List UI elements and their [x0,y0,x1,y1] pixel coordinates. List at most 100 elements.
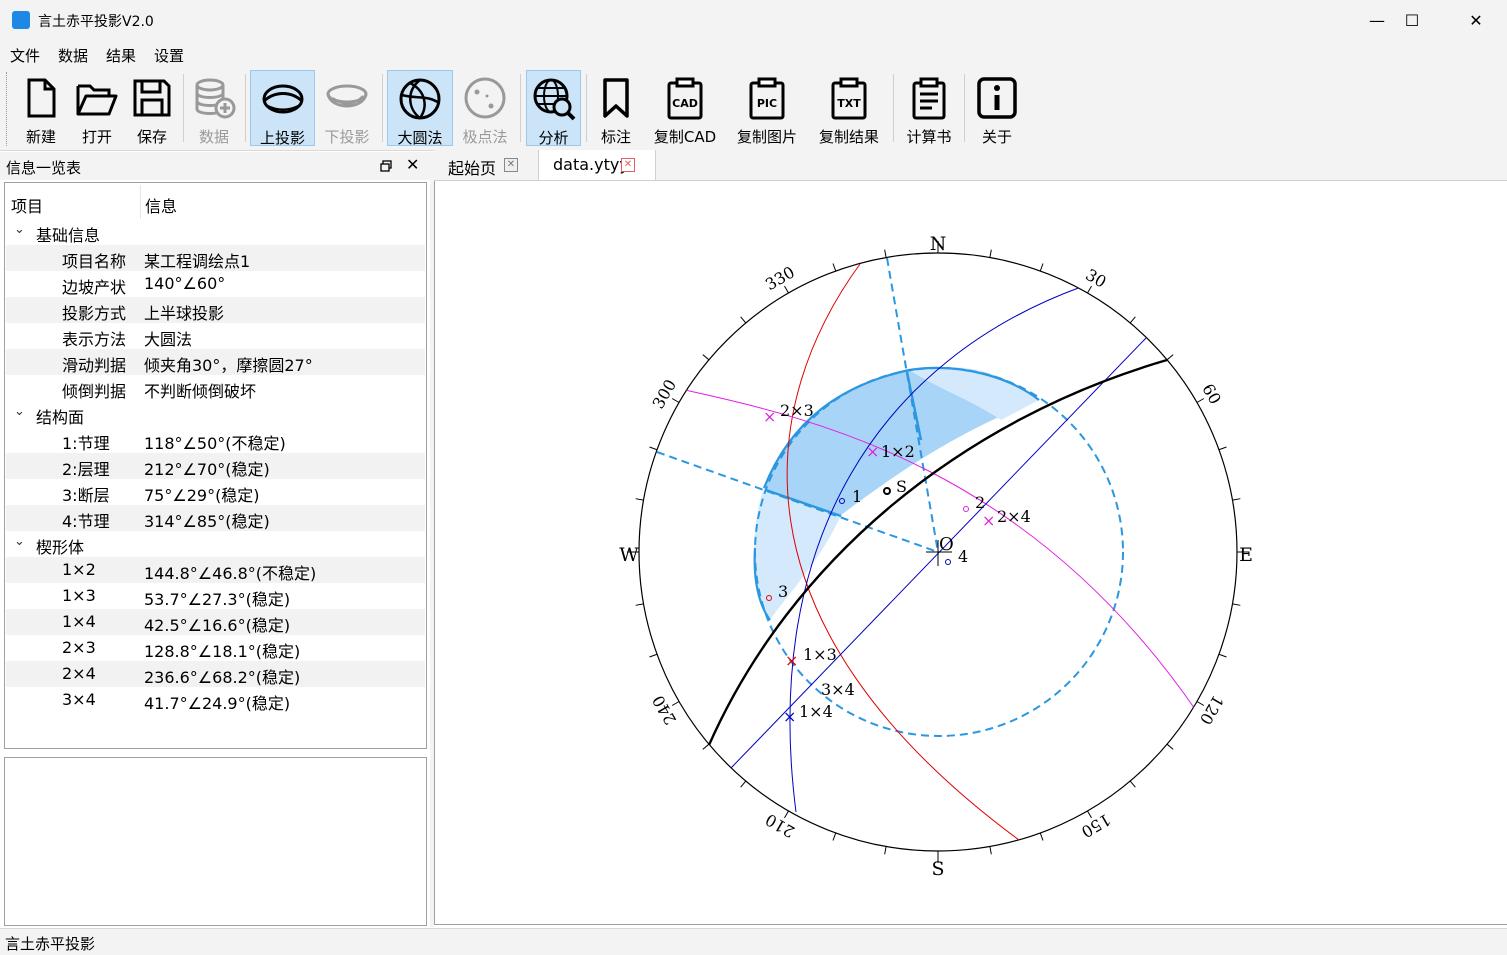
tree-row[interactable]: 2×4 236.6°∠68.2°(稳定) [6,661,425,687]
menu-result[interactable]: 结果 [106,45,136,66]
row-info: 不判断倾倒破坏 [144,382,257,401]
pole-3-label: 3 [778,582,788,601]
menu-settings[interactable]: 设置 [154,45,184,66]
tab-data-file[interactable]: data.ytyy ✕ [538,150,656,180]
great-circle-button[interactable]: 大圆法 [387,70,453,147]
bookmark-icon [603,78,629,118]
row-item: 2×3 [62,638,96,657]
toolbar-grip[interactable] [6,72,10,146]
column-header-item[interactable]: 项目 [11,193,43,217]
tree-row[interactable]: 1×3 53.7°∠27.3°(稳定) [6,583,425,609]
tree-row[interactable]: 项目名称 某工程调绘点1 [6,245,425,271]
tree-row[interactable]: 1×2 144.8°∠46.8°(不稳定) [6,557,425,583]
lower-projection-button[interactable]: 下投影 [318,70,376,146]
upper-projection-button[interactable]: 上投影 [250,70,315,147]
azimuth-tick [832,832,837,841]
data-button[interactable]: 数据 [189,70,239,146]
tree-group-label: 基础信息 [36,226,101,245]
pole-method-label: 极点法 [462,128,508,146]
azimuth-tick [1232,498,1241,501]
pole-method-button[interactable]: 极点法 [455,70,515,146]
tree-row[interactable]: 3:断层 75°∠29°(稳定) [6,479,425,505]
maximize-button[interactable]: ☐ [1382,0,1442,40]
azimuth-tick [1196,701,1205,706]
tree-row[interactable]: 4:节理 314°∠85°(稳定) [6,505,425,531]
tree-row[interactable]: 1:节理 118°∠50°(不稳定) [6,427,425,453]
slope-pole-marker [883,487,891,495]
chevron-down-icon[interactable]: ⌄ [14,222,25,237]
south-label: S [931,858,944,880]
center-label: O [939,534,954,555]
toolbar-separator [893,74,894,142]
column-divider[interactable] [140,185,141,219]
toolbar-separator [245,74,246,142]
data-label: 数据 [198,128,229,146]
tree-row[interactable]: 倾倒判据 不判断倾倒破坏 [6,375,425,401]
row-info: 倾夹角30°，摩擦圆27° [144,356,313,375]
new-button[interactable]: 新建 [16,70,66,146]
toolbar-separator [964,74,965,142]
pole-4-marker [945,559,951,565]
info-icon [977,77,1017,119]
tree-row[interactable]: 投影方式 上半球投影 [6,297,425,323]
float-panel-icon[interactable] [380,160,392,172]
copy-picture-label: 复制图片 [736,128,797,146]
about-button[interactable]: 关于 [970,70,1024,146]
azimuth-tick [784,285,789,294]
tab-close-icon[interactable]: ✕ [621,158,635,172]
degree-label-240: 240 [648,692,680,728]
column-header-info[interactable]: 信息 [145,193,177,217]
tree-row[interactable]: 2:层理 212°∠70°(稳定) [6,453,425,479]
menu-file[interactable]: 文件 [10,45,40,66]
row-item: 滑动判据 [62,356,127,375]
chevron-down-icon[interactable]: ⌄ [14,404,25,419]
info-tree: 项目 信息 ⌄ 基础信息 项目名称 某工程调绘点1 边坡产状 140°∠60° 投影方式 上半… [4,182,427,749]
azimuth-tick [1129,316,1136,324]
tree-row[interactable]: 3×4 41.7°∠24.9°(稳定) [6,687,425,713]
annotate-button[interactable]: 标注 [592,70,640,146]
clipboard-list-icon [912,77,946,120]
tree-row[interactable]: 边坡产状 140°∠60° [6,271,425,297]
chevron-down-icon[interactable]: ⌄ [14,534,25,549]
copy-result-button[interactable]: TXT 复制结果 [812,70,886,146]
azimuth-tick [1087,285,1092,294]
tree-row[interactable]: 表示方法 大圆法 [6,323,425,349]
save-button[interactable]: 保存 [127,70,177,146]
copy-picture-button[interactable]: PIC 复制图片 [730,70,804,146]
stereonet-canvas[interactable]: O S 1 2 3 4 × 1×2 × 2×3 × 2×4 × 1×3 3×4 … [434,181,1507,925]
degree-label-330: 330 [762,262,798,294]
row-item: 倾倒判据 [62,382,127,401]
tree-row[interactable]: 1×4 42.5°∠16.6°(稳定) [6,609,425,635]
intersection-2x3-label: 2×3 [780,401,814,420]
tree-row[interactable]: 2×3 128.8°∠18.1°(稳定) [6,635,425,661]
folder-open-icon [76,84,118,116]
clipboard-cad-icon: CAD [667,77,703,120]
row-info: 上半球投影 [144,304,225,323]
degree-label-120: 120 [1196,692,1228,728]
calc-book-button[interactable]: 计算书 [900,70,958,146]
clipboard-txt-icon: TXT [831,77,867,120]
close-button[interactable]: ✕ [1446,0,1506,40]
azimuth-tick [1166,743,1174,750]
tab-close-icon[interactable]: ✕ [504,158,518,172]
stereonet-plot[interactable]: O S 1 2 3 4 × 1×2 × 2×3 × 2×4 × 1×3 3×4 … [435,181,1507,924]
row-item: 3:断层 [62,486,110,505]
tree-row[interactable]: 滑动判据 倾夹角30°，摩擦圆27° [6,349,425,375]
degree-label-210: 210 [762,810,798,842]
azimuth-tick [702,743,710,750]
tab-start-page[interactable]: 起始页 ✕ [434,150,534,180]
tree-group-basic[interactable]: ⌄ 基础信息 [6,219,425,245]
open-button[interactable]: 打开 [72,70,122,146]
menu-data[interactable]: 数据 [58,45,88,66]
tree-group-wedges[interactable]: ⌄ 楔形体 [6,531,425,557]
close-panel-icon[interactable]: ✕ [406,155,419,174]
tree-group-planes[interactable]: ⌄ 结构面 [6,401,425,427]
lower-hemisphere-icon [326,84,368,108]
azimuth-tick [1232,603,1241,606]
row-item: 项目名称 [62,252,127,271]
copy-cad-button[interactable]: CAD 复制CAD [648,70,722,146]
about-label: 关于 [981,128,1012,146]
analyze-button[interactable]: 分析 [526,70,581,147]
azimuth-tick [1129,780,1136,788]
azimuth-tick [1166,354,1174,361]
